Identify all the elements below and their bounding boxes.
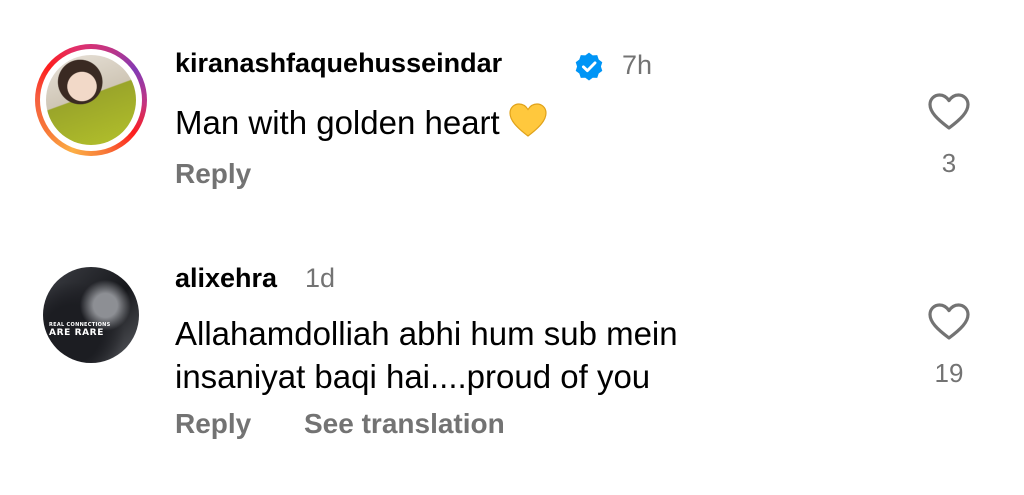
avatar xyxy=(46,55,136,145)
comment-username[interactable]: kiranashfaquehusseindar xyxy=(175,48,502,79)
yellow-heart-icon xyxy=(509,103,547,137)
verified-badge-icon xyxy=(575,52,603,81)
comment-text-line-1: Allahamdolliah abhi hum sub mein xyxy=(175,315,678,352)
reply-button[interactable]: Reply xyxy=(175,408,251,440)
comment-username[interactable]: alixehra xyxy=(175,263,277,294)
comment-timestamp: 1d xyxy=(305,263,336,293)
comment-text: Man with golden heart xyxy=(175,101,548,144)
like-heart-icon[interactable] xyxy=(927,302,971,342)
avatar-story-ring[interactable] xyxy=(35,44,147,156)
avatar[interactable]: REAL CONNECTIONS ARE RARE xyxy=(43,267,139,363)
see-translation-button[interactable]: See translation xyxy=(304,408,505,440)
like-count: 3 xyxy=(941,148,957,178)
like-heart-icon[interactable] xyxy=(927,92,971,132)
avatar-text: REAL CONNECTIONS ARE RARE xyxy=(49,322,111,338)
reply-button[interactable]: Reply xyxy=(175,158,251,190)
like-count: 19 xyxy=(934,358,964,388)
comment-timestamp: 7h xyxy=(622,50,653,80)
comment-text-line-2: insaniyat baqi hai....proud of you xyxy=(175,358,651,395)
